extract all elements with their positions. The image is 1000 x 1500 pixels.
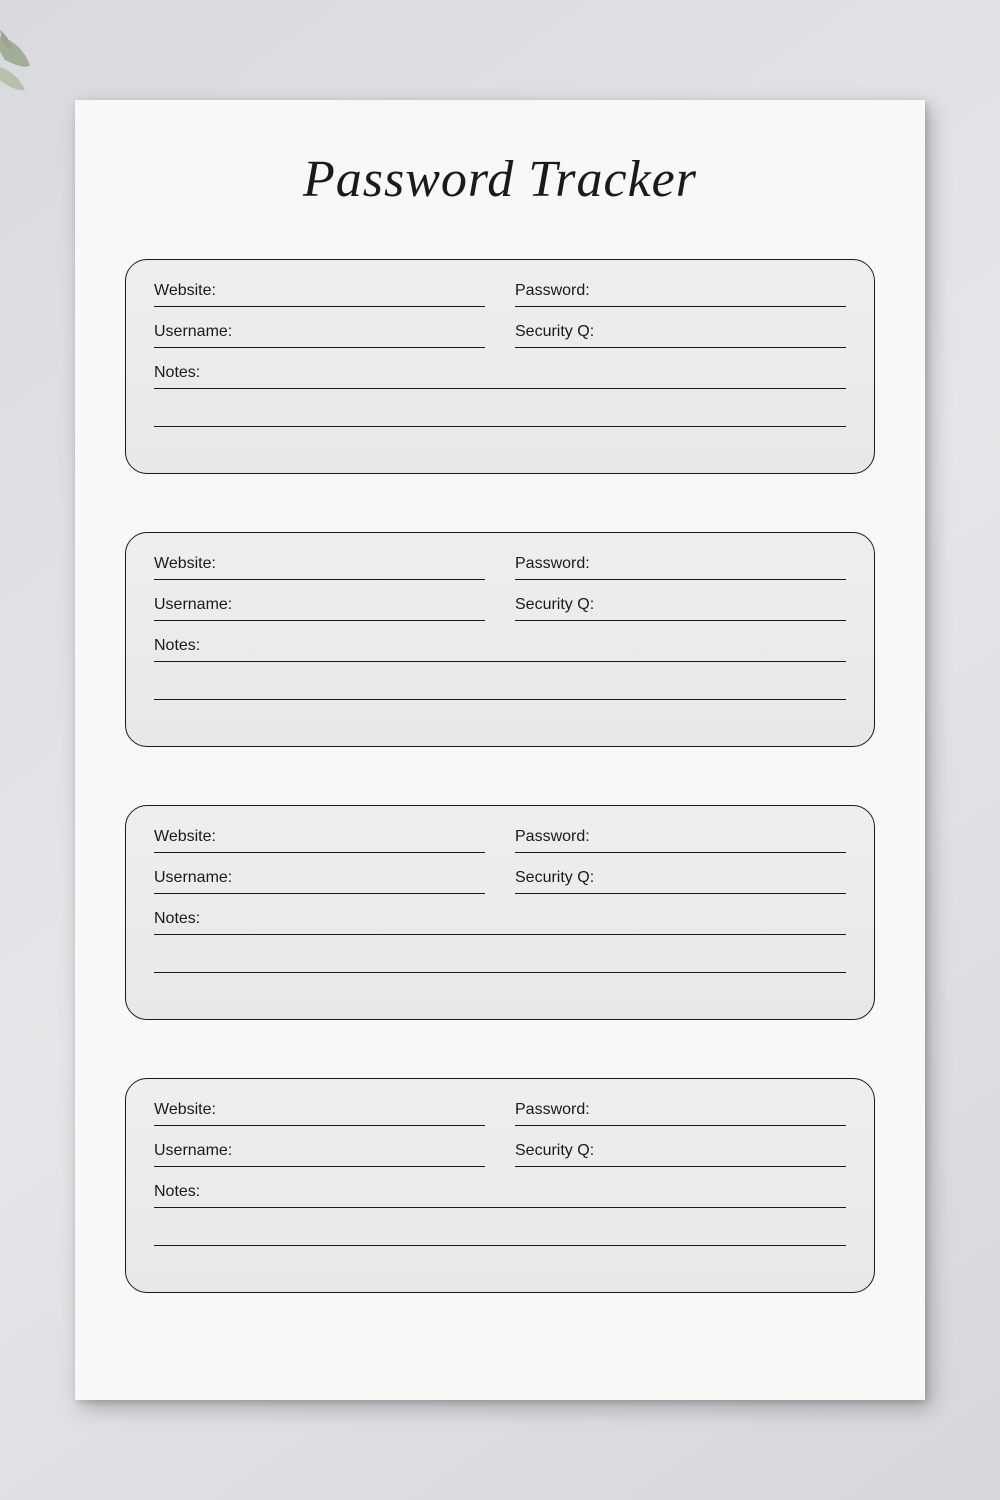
notes-line[interactable] — [154, 949, 846, 973]
password-entry: Website: Password: Username: Security Q:… — [125, 532, 875, 747]
password-entry: Website: Password: Username: Security Q:… — [125, 1078, 875, 1293]
website-field[interactable]: Website: — [154, 1101, 485, 1126]
website-field[interactable]: Website: — [154, 555, 485, 580]
password-entry: Website: Password: Username: Security Q:… — [125, 805, 875, 1020]
leaf-decoration-icon — [0, 30, 50, 110]
security-field[interactable]: Security Q: — [515, 596, 846, 621]
password-entry: Website: Password: Username: Security Q:… — [125, 259, 875, 474]
username-field[interactable]: Username: — [154, 869, 485, 894]
page-title: Password Tracker — [125, 150, 875, 209]
password-field[interactable]: Password: — [515, 1101, 846, 1126]
username-field[interactable]: Username: — [154, 596, 485, 621]
notes-field[interactable]: Notes: — [154, 910, 846, 935]
notes-field[interactable]: Notes: — [154, 1183, 846, 1208]
security-field[interactable]: Security Q: — [515, 1142, 846, 1167]
notes-line[interactable] — [154, 403, 846, 427]
website-field[interactable]: Website: — [154, 282, 485, 307]
notes-line[interactable] — [154, 676, 846, 700]
notes-line[interactable] — [154, 1222, 846, 1246]
username-field[interactable]: Username: — [154, 323, 485, 348]
username-field[interactable]: Username: — [154, 1142, 485, 1167]
password-field[interactable]: Password: — [515, 282, 846, 307]
notes-field[interactable]: Notes: — [154, 364, 846, 389]
password-tracker-page: Password Tracker Website: Password: User… — [75, 100, 925, 1400]
security-field[interactable]: Security Q: — [515, 323, 846, 348]
website-field[interactable]: Website: — [154, 828, 485, 853]
notes-field[interactable]: Notes: — [154, 637, 846, 662]
password-field[interactable]: Password: — [515, 555, 846, 580]
password-field[interactable]: Password: — [515, 828, 846, 853]
security-field[interactable]: Security Q: — [515, 869, 846, 894]
